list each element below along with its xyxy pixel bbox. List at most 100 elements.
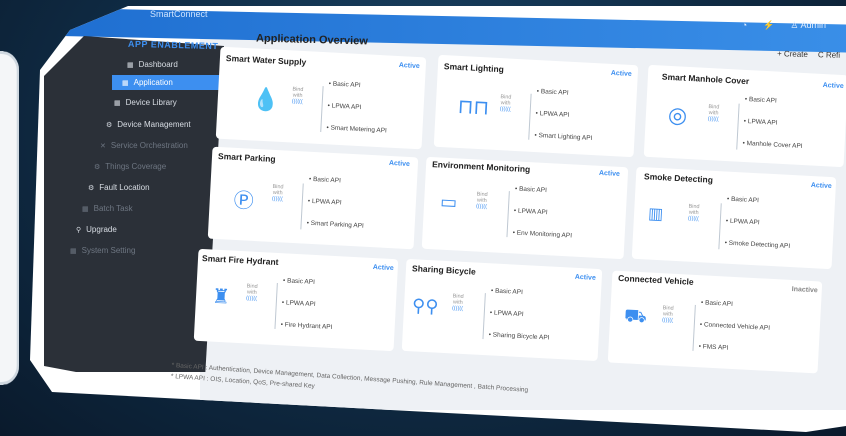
app-card-smart-fire-hydrant[interactable]: Smart Fire Hydrant Active ♜ Bind with((((… <box>193 248 399 352</box>
grid-icon: ▦ <box>127 61 134 69</box>
app-card-smart-water-supply[interactable]: Smart Water Supply Active 💧 Bind with((((… <box>215 46 427 150</box>
smoke-detector-icon: ▥ <box>647 205 664 224</box>
api-item: • Manhole Cover API <box>742 139 803 150</box>
card-title: Connected Vehicle <box>617 272 694 287</box>
api-item: • Basic API <box>328 80 361 90</box>
card-title: Smart Water Supply <box>225 52 307 68</box>
api-item: • Basic API <box>726 195 760 205</box>
gear-icon: ⚙ <box>94 163 101 171</box>
top-icons: ◔ ⚡ ♙ Admin <box>742 20 826 31</box>
api-item: • LPWA API <box>281 299 316 309</box>
grid-icon: ▦ <box>82 205 89 213</box>
api-bracket <box>320 86 324 133</box>
bind-label: Bind with(((((( <box>687 203 700 223</box>
bell-icon[interactable]: ◔ <box>742 20 747 31</box>
bind-label: Bind with(((((( <box>451 293 464 312</box>
car-icon: ⛟ <box>623 305 648 327</box>
refresh-button[interactable]: C Refi <box>818 50 840 60</box>
bind-label: Bind with(((((( <box>475 191 488 211</box>
bind-label: Bind with(((((( <box>661 305 674 324</box>
api-item: • Basic API <box>700 299 734 308</box>
sidebar-item-things-coverage[interactable]: ⚙ Things Coverage <box>94 162 166 171</box>
create-button[interactable]: + Create <box>777 49 808 59</box>
pin-icon: ⚲ <box>76 226 82 234</box>
sidebar-item-device-management[interactable]: ⚙ Device Management <box>106 120 191 129</box>
api-item: • LPWA API <box>725 217 760 227</box>
status-badge: Active <box>372 263 394 273</box>
card-title: Sharing Bicycle <box>411 263 477 277</box>
water-drop-icon: 💧 <box>251 86 280 113</box>
api-item: • Env Monitoring API <box>512 229 573 240</box>
app-card-smoke-detecting[interactable]: Smoke Detecting Active ▥ Bind with(((((( … <box>631 166 837 270</box>
card-title: Smart Lighting <box>443 61 505 75</box>
sidebar-item-service-orchestration[interactable]: ✕ Service Orchestration <box>100 141 188 150</box>
api-item: • Basic API <box>490 287 524 297</box>
bind-label: Bind with(((((( <box>271 183 284 203</box>
api-bracket <box>692 304 696 351</box>
sidebar-item-upgrade[interactable]: ⚲ Upgrade <box>76 225 117 234</box>
status-badge: Active <box>388 159 411 169</box>
user-label: Admin <box>800 20 826 30</box>
tablet-screen: SmartConnect ◔ ⚡ ♙ Admin APP ENABLEMENT … <box>30 6 846 432</box>
api-bracket <box>482 293 486 340</box>
bulb-icon[interactable]: ⚡ <box>763 20 774 31</box>
card-title: Smoke Detecting <box>643 171 714 185</box>
brand-logo: SmartConnect <box>150 9 208 19</box>
api-bracket <box>736 103 740 150</box>
app-card-smart-parking[interactable]: Smart Parking Active Ⓟ Bind with(((((( • … <box>207 146 419 250</box>
api-item: • Fire Hydrant API <box>280 321 333 331</box>
streetlight-icon: ⊓⊓ <box>457 95 490 120</box>
sidebar-item-fault-location[interactable]: ⚙ Fault Location <box>88 183 150 192</box>
cross-icon: ✕ <box>100 142 106 150</box>
gear-icon: ⚙ <box>106 121 113 129</box>
app-card-smart-manhole-cover[interactable]: Smart Manhole Cover Active ◎ Bind with(((… <box>643 64 846 168</box>
status-badge: Active <box>810 181 832 191</box>
api-item: • Basic API <box>744 95 777 105</box>
app-card-environment-monitoring[interactable]: Environment Monitoring Active ▭ Bind with… <box>421 156 629 260</box>
sidebar-item-system-setting[interactable]: ▦ System Setting <box>70 246 135 255</box>
sidebar-item-batch-task[interactable]: ▦ Batch Task <box>82 204 133 213</box>
api-item: • Smoke Detecting API <box>724 239 791 250</box>
status-badge: Active <box>822 81 844 91</box>
api-bracket <box>718 203 722 250</box>
api-item: • Basic API <box>536 88 569 97</box>
app-card-connected-vehicle[interactable]: Connected Vehicle Inactive ⛟ Bind with(((… <box>607 270 823 374</box>
monitor-leaf-icon: ▭ <box>439 191 458 213</box>
api-item: • LPWA API <box>513 207 548 217</box>
bicycle-icon: ⚲⚲ <box>411 295 439 317</box>
bind-label: Bind with(((((( <box>499 94 512 113</box>
api-item: • Sharing Bicycle API <box>488 331 550 342</box>
sidebar-item-dashboard[interactable]: ▦ Dashboard <box>127 60 178 69</box>
grid-icon: ▦ <box>122 79 129 87</box>
api-bracket <box>506 191 510 238</box>
fire-hydrant-icon: ♜ <box>211 285 231 309</box>
card-title: Smart Fire Hydrant <box>201 253 279 268</box>
status-badge: Active <box>598 169 621 178</box>
manhole-icon: ◎ <box>667 101 688 128</box>
api-item: • LPWA API <box>743 117 778 127</box>
app-card-smart-lighting[interactable]: Smart Lighting Active ⊓⊓ Bind with(((((( … <box>433 54 639 158</box>
grid-icon: ▦ <box>70 247 77 255</box>
api-bracket <box>300 183 304 230</box>
api-item: • Smart Lighting API <box>534 131 593 142</box>
api-item: • LPWA API <box>327 102 362 112</box>
status-badge: Active <box>574 273 596 282</box>
bind-label: Bind with(((((( <box>291 86 304 106</box>
status-badge: Active <box>398 62 420 71</box>
app-card-sharing-bicycle[interactable]: Sharing Bicycle Active ⚲⚲ Bind with((((((… <box>401 258 603 362</box>
card-title: Smart Parking <box>217 150 276 164</box>
user-icon[interactable]: ♙ Admin <box>790 20 826 31</box>
bind-label: Bind with(((((( <box>707 104 720 123</box>
api-item: • Basic API <box>282 277 316 286</box>
grid-icon: ▦ <box>114 99 121 107</box>
parking-icon: Ⓟ <box>233 189 255 213</box>
sidebar-item-device-library[interactable]: ▦ Device Library <box>114 98 177 107</box>
card-title: Smart Manhole Cover <box>661 71 750 87</box>
toolbar: + Create C Refi <box>777 49 840 60</box>
api-bracket <box>528 93 532 140</box>
bind-label: Bind with(((((( <box>245 283 258 302</box>
api-bracket <box>274 282 278 329</box>
gear-icon: ⚙ <box>88 184 95 192</box>
api-item: • LPWA API <box>307 197 342 207</box>
background-device <box>0 46 20 390</box>
